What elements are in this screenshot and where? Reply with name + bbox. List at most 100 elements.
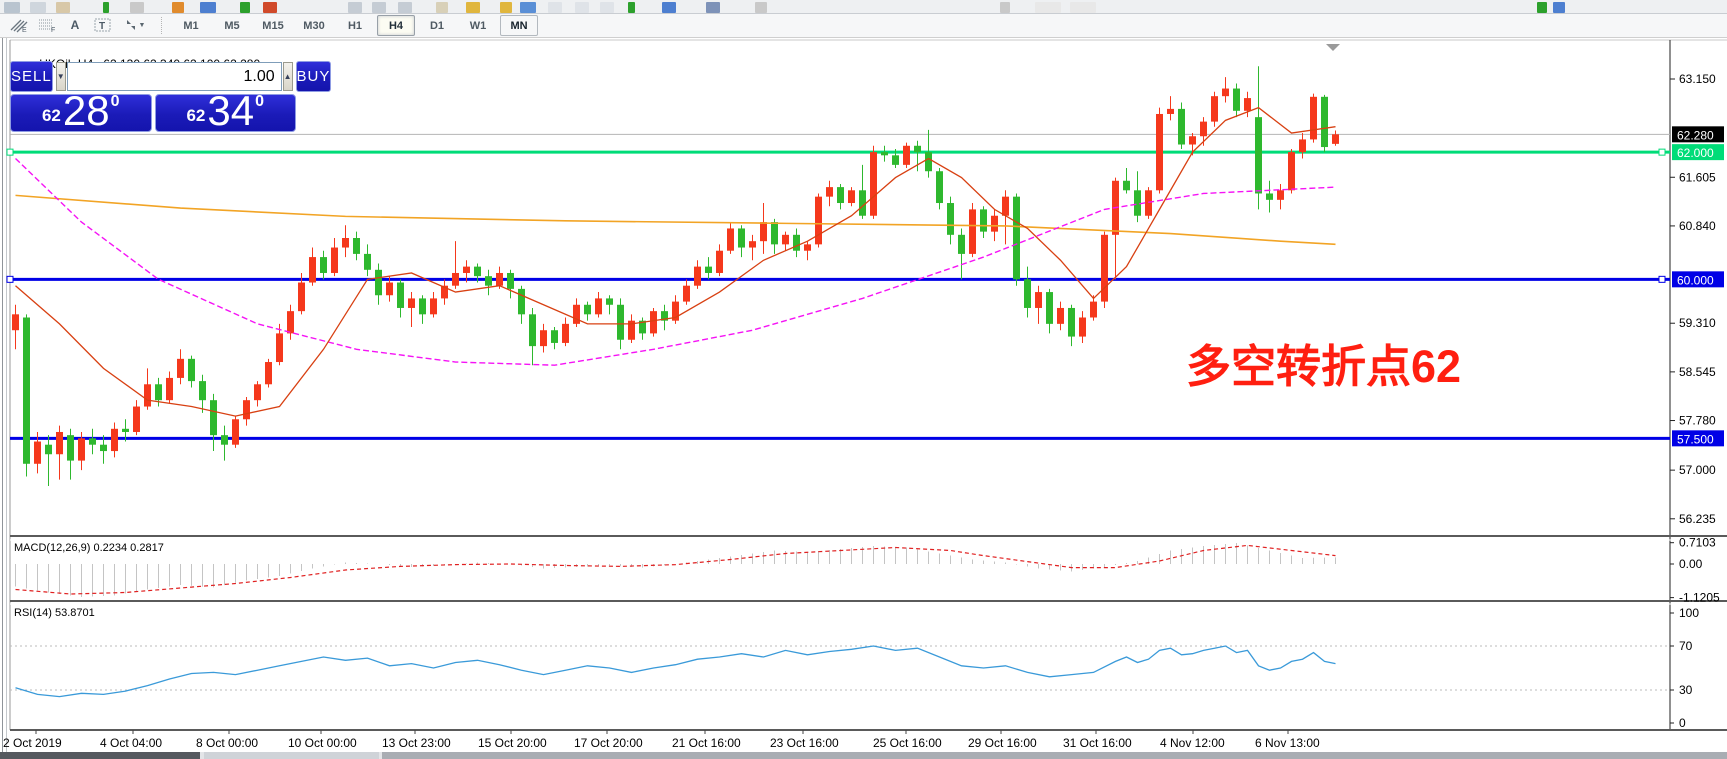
timeframe-button-d1[interactable]: D1 (418, 15, 456, 36)
macd-indicator-label: MACD(12,26,9) 0.2234 0.2817 (14, 542, 164, 554)
toolbar-icon[interactable] (240, 2, 250, 13)
toolbar-icon[interactable] (1537, 2, 1547, 13)
svg-text:57.500: 57.500 (1677, 432, 1714, 446)
toolbar-icon[interactable] (172, 2, 184, 13)
sell-price-pips: 28 (62, 87, 110, 135)
svg-text:8 Oct 00:00: 8 Oct 00:00 (196, 736, 258, 750)
svg-text:100: 100 (1679, 606, 1699, 620)
timeframe-button-m1[interactable]: M1 (172, 15, 210, 36)
taskbar-segment (204, 752, 379, 759)
sell-quote-panel[interactable]: 62 28 0 (10, 87, 152, 135)
pane-frames (9, 39, 1727, 731)
toolbar-icon[interactable] (1553, 2, 1565, 13)
svg-text:2 Oct 2019: 2 Oct 2019 (3, 736, 62, 750)
toolbar-icon[interactable] (200, 2, 216, 13)
toolbar-icon[interactable] (30, 2, 46, 13)
buy-price-whole: 62 (186, 106, 206, 125)
svg-text:13 Oct 23:00: 13 Oct 23:00 (382, 736, 451, 750)
toolbar-icon[interactable] (662, 2, 676, 13)
toolbar-icon[interactable] (436, 2, 448, 13)
svg-text:31 Oct 16:00: 31 Oct 16:00 (1063, 736, 1132, 750)
volume-increase-button[interactable]: ▲ (282, 62, 293, 91)
svg-text:F: F (51, 27, 55, 33)
toolbar-separator (161, 17, 163, 34)
toolbar-icon[interactable] (130, 2, 144, 13)
toolbar-icon[interactable] (56, 2, 70, 13)
rsi-pane: 100 70 30 0 (10, 606, 1699, 730)
toolbar-icon[interactable] (1035, 2, 1061, 13)
svg-text:59.310: 59.310 (1679, 316, 1716, 330)
timeframe-button-m5[interactable]: M5 (213, 15, 251, 36)
draw-lines-tool-button[interactable]: E (6, 15, 32, 35)
toolbar-icon[interactable] (466, 2, 480, 13)
buy-quote-panel[interactable]: 62 34 0 (154, 87, 296, 135)
buy-price-pips: 34 (207, 87, 255, 135)
svg-text:62.000: 62.000 (1677, 146, 1714, 160)
toolbar-icon[interactable] (103, 2, 109, 13)
svg-text:62.280: 62.280 (1677, 128, 1714, 142)
svg-text:60.000: 60.000 (1677, 273, 1714, 287)
arrow-objects-tool-button[interactable]: ▼ (118, 15, 150, 35)
timeframe-button-m30[interactable]: M30 (295, 15, 333, 36)
toolbar-icon[interactable] (575, 2, 589, 13)
buy-button[interactable]: BUY (295, 61, 332, 92)
text-box-icon: T (94, 18, 111, 32)
hline-handle[interactable] (6, 275, 14, 283)
bottom-taskbar-partial (0, 752, 1727, 759)
text-label-tool-button[interactable]: A (62, 15, 88, 35)
toolbar-icon[interactable] (706, 2, 720, 13)
chart-canvas[interactable]: 63.150 61.605 60.840 59.310 58.545 57.780 57.0… (0, 38, 1727, 759)
text-box-tool-button[interactable]: T (90, 15, 116, 35)
sell-price-point: 0 (110, 93, 120, 110)
toolbar-icon[interactable] (348, 2, 362, 13)
toolbar-icon[interactable] (628, 2, 635, 13)
sell-button[interactable]: SELL (10, 61, 53, 92)
taskbar-segment (0, 752, 200, 759)
buy-price-point: 0 (255, 93, 265, 110)
svg-text:60.840: 60.840 (1679, 219, 1716, 233)
time-axis: 2 Oct 2019 4 Oct 04:00 8 Oct 00:00 10 Oct 0… (3, 730, 1320, 750)
main-toolbar-partial (0, 0, 1727, 14)
svg-text:17 Oct 20:00: 17 Oct 20:00 (574, 736, 643, 750)
toolbar-icon[interactable] (755, 2, 767, 13)
svg-text:E: E (22, 27, 27, 33)
svg-text:25 Oct 16:00: 25 Oct 16:00 (873, 736, 942, 750)
timeframe-button-w1[interactable]: W1 (459, 15, 497, 36)
chart-annotation: 多空转折点62 (1186, 341, 1462, 392)
toolbar-icon[interactable] (548, 2, 562, 13)
toolbar-icon[interactable] (1070, 2, 1096, 13)
dropdown-caret-icon: ▼ (138, 21, 146, 29)
toolbar-icon[interactable] (4, 2, 20, 13)
toolbar-icon[interactable] (263, 2, 277, 13)
svg-text:56.235: 56.235 (1679, 512, 1716, 526)
grid-tool-button[interactable]: F (34, 15, 60, 35)
svg-text:63.150: 63.150 (1679, 72, 1716, 86)
svg-text:4 Nov 12:00: 4 Nov 12:00 (1160, 736, 1225, 750)
chart-shift-marker-icon[interactable] (1326, 44, 1340, 51)
toolbar-icon[interactable] (1000, 2, 1010, 13)
toolbar-icon[interactable] (372, 2, 386, 13)
svg-text:57.000: 57.000 (1679, 463, 1716, 477)
toolbar-icon[interactable] (398, 2, 412, 13)
timeframe-group: M1 M5 M15 M30 H1 H4 D1 W1 MN (172, 15, 541, 36)
toolbar-icon[interactable] (600, 2, 614, 13)
svg-text:15 Oct 20:00: 15 Oct 20:00 (478, 736, 547, 750)
hline-handle[interactable] (1658, 148, 1666, 156)
timeframe-button-m15[interactable]: M15 (254, 15, 292, 36)
timeframe-button-h1[interactable]: H1 (336, 15, 374, 36)
svg-text:0.00: 0.00 (1679, 557, 1703, 571)
svg-text:61.605: 61.605 (1679, 170, 1716, 184)
svg-text:6 Nov 13:00: 6 Nov 13:00 (1255, 736, 1320, 750)
sell-price-whole: 62 (41, 106, 61, 125)
toolbar-icon[interactable] (520, 2, 536, 13)
toolbar-icon[interactable] (500, 2, 512, 13)
text-label-icon: A (70, 18, 80, 32)
svg-text:58.545: 58.545 (1679, 365, 1716, 379)
arrow-objects-icon (126, 20, 135, 30)
hline-handle[interactable] (6, 148, 14, 156)
hline-handle[interactable] (1658, 275, 1666, 283)
one-click-trading-panel: SELL ▼ ▲ BUY 62 28 0 62 34 0 (10, 61, 332, 135)
svg-text:70: 70 (1679, 639, 1693, 653)
timeframe-button-mn[interactable]: MN (500, 15, 538, 36)
timeframe-button-h4[interactable]: H4 (377, 15, 415, 36)
